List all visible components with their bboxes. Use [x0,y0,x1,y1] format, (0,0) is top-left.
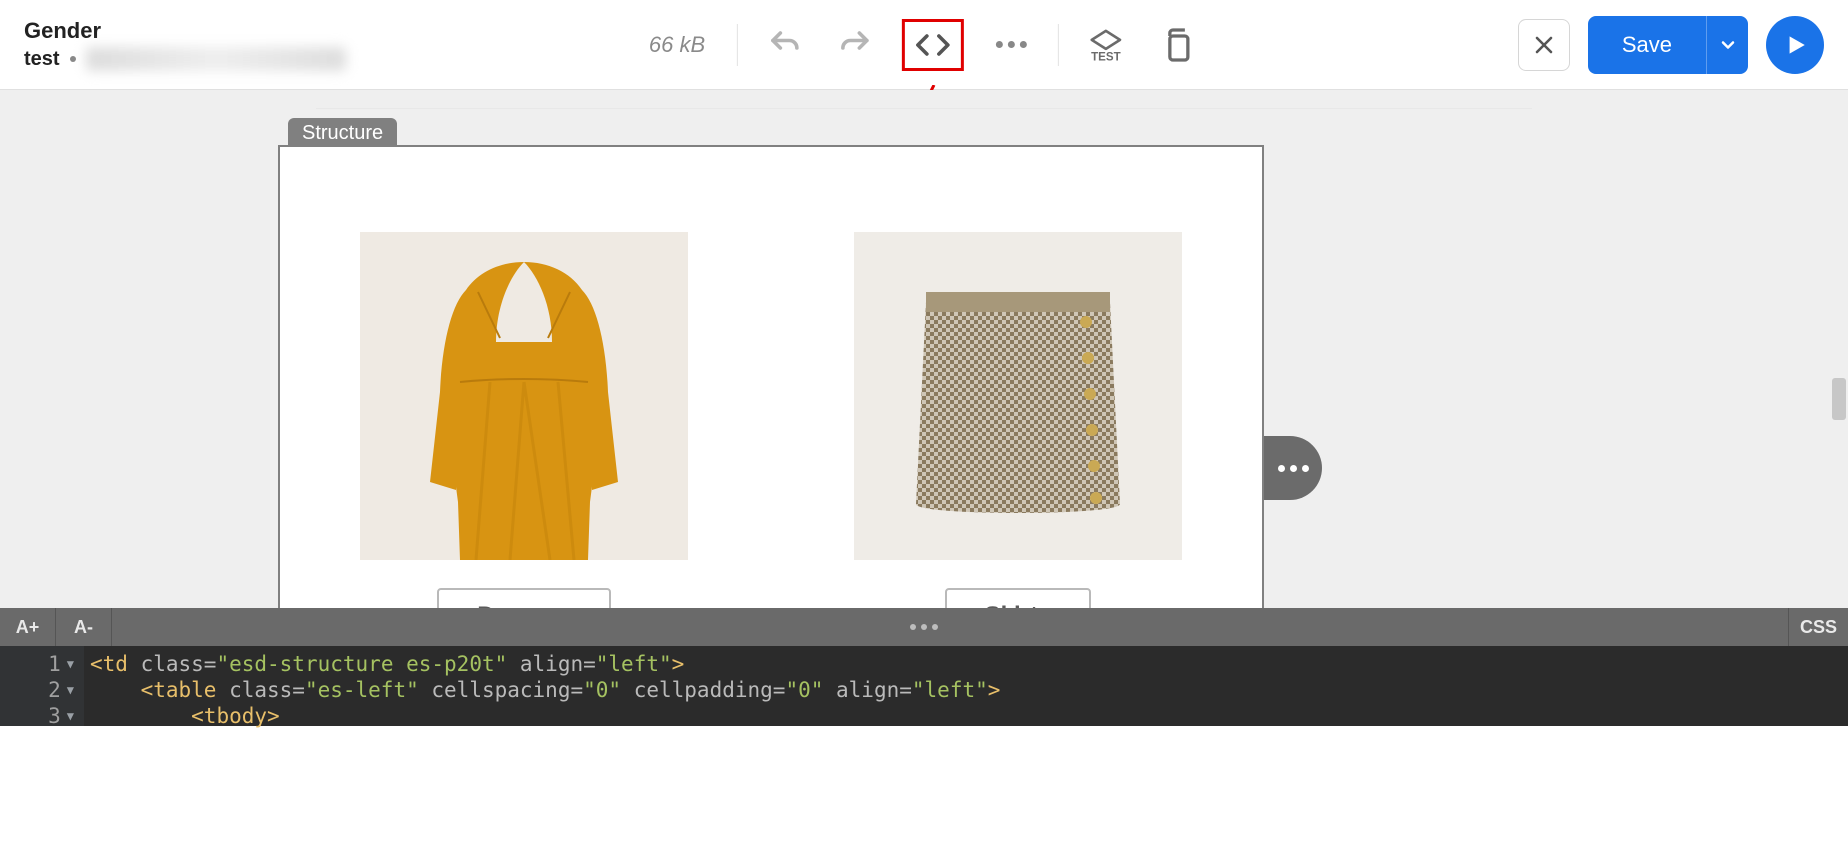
undo-button[interactable] [762,22,808,68]
redacted-text [86,47,346,71]
undo-icon [767,27,803,63]
fold-icon[interactable]: ▼ [67,677,74,703]
css-tab-button[interactable]: CSS [1788,608,1848,646]
toolbar-right: Save [1518,16,1824,74]
chevron-down-icon [1718,35,1738,55]
side-panel-toggle[interactable] [1264,436,1322,500]
fold-icon[interactable]: ▼ [67,651,74,677]
line-number: 3 [48,703,61,729]
zoom-in-button[interactable]: A+ [0,608,56,646]
line-number: 1 [48,651,61,677]
unsaved-dot-icon [70,56,76,62]
code-toolbar: A+ A- CSS [0,608,1848,646]
dot-icon [1278,465,1285,472]
redo-icon [837,27,873,63]
dot-icon [1290,465,1297,472]
scrollbar-thumb[interactable] [1832,378,1846,420]
editor-area: Structure Dresses [0,90,1848,608]
svg-text:TEST: TEST [1091,51,1121,63]
product-image-skirt[interactable] [854,232,1182,560]
line-number: 2 [48,677,61,703]
copy-button[interactable] [1153,22,1199,68]
doc-title-line2-text: test [24,46,60,72]
divider [316,108,1532,109]
test-icon: TEST [1088,27,1124,63]
title-block: Gender test [24,17,346,72]
code-editor[interactable]: 1▼ 2▼ 3▼ <td class="esd-structure es-p20… [0,646,1848,726]
fold-icon[interactable]: ▼ [67,703,74,729]
doc-title-line2: test [24,46,346,72]
save-button-group: Save [1588,16,1748,74]
play-button[interactable] [1766,16,1824,74]
divider [1058,24,1059,66]
skirt-illustration-icon [854,232,1182,560]
skirts-button[interactable]: Skirts [945,588,1092,608]
dress-illustration-icon [360,232,688,560]
code-lines[interactable]: <td class="esd-structure es-p20t" align=… [84,646,1000,726]
products-row: Dresses [360,232,1182,608]
copy-icon [1158,27,1194,63]
product-column-skirts: Skirts [854,232,1182,608]
doc-title-line1: Gender [24,17,346,46]
email-structure-block[interactable]: Dresses [278,145,1264,608]
close-button[interactable] [1518,19,1570,71]
code-view-button[interactable] [902,19,964,71]
product-image-dress[interactable] [360,232,688,560]
play-icon [1782,32,1808,58]
dresses-button[interactable]: Dresses [437,588,610,608]
code-icon [915,27,951,63]
more-icon [996,41,1027,48]
redo-button[interactable] [832,22,878,68]
test-button[interactable]: TEST [1083,22,1129,68]
toolbar-center: 66 kB TEST [649,19,1199,71]
save-button[interactable]: Save [1588,16,1706,74]
divider [737,24,738,66]
top-toolbar: Gender test 66 kB TEST [0,0,1848,90]
more-button[interactable] [988,22,1034,68]
save-dropdown-button[interactable] [1706,16,1748,74]
dot-icon [1302,465,1309,472]
product-column-dresses: Dresses [360,232,688,608]
code-gutter: 1▼ 2▼ 3▼ [0,646,84,726]
close-icon [1532,33,1556,57]
file-size-label: 66 kB [649,32,705,58]
panel-drag-handle[interactable] [910,624,938,630]
zoom-out-button[interactable]: A- [56,608,112,646]
